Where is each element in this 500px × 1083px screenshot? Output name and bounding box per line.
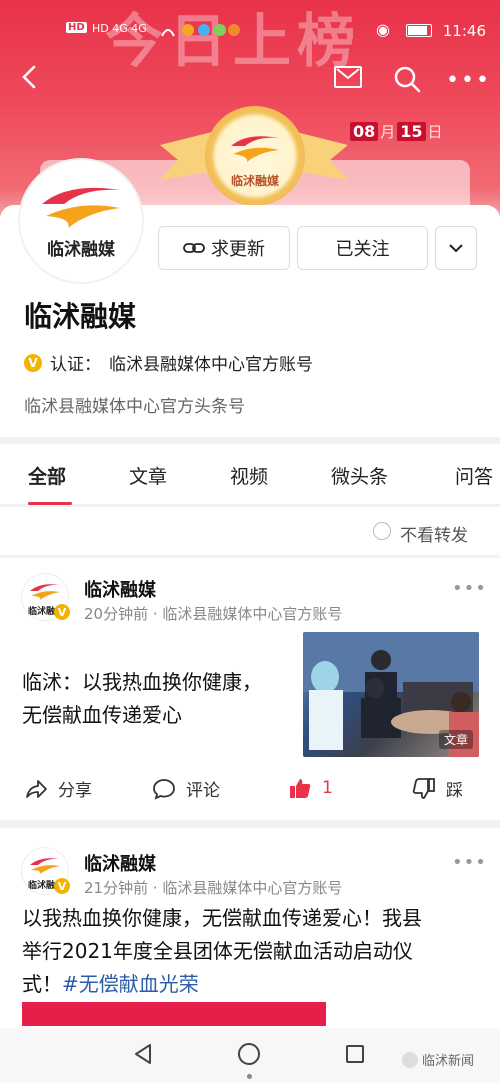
tab-videos[interactable]: 视频 bbox=[230, 462, 268, 489]
more-options-icon[interactable]: ••• bbox=[446, 68, 491, 93]
post-title-line2[interactable]: 无偿献血传递爱心 bbox=[22, 699, 182, 732]
signal-label: HD 4G 4G bbox=[92, 22, 147, 35]
date-month-unit: 月 bbox=[380, 123, 396, 141]
post-more-icon[interactable]: ••• bbox=[452, 578, 487, 599]
tab-qa[interactable]: 问答 bbox=[455, 462, 493, 489]
post-author[interactable]: 临沭融媒 bbox=[84, 576, 156, 602]
date-day-unit: 日 bbox=[427, 123, 443, 141]
post-body-line3: 式！#无偿献血光荣 bbox=[22, 968, 482, 1001]
verify-text: 临沭县融媒体中心官方账号 bbox=[109, 355, 313, 375]
hd-icon: HD bbox=[66, 22, 87, 33]
like-count: 1 bbox=[322, 778, 333, 798]
verify-label: 认证： bbox=[50, 355, 101, 375]
post-body-line3-prefix: 式！ bbox=[22, 972, 62, 996]
avatar-label: 临沭融 bbox=[28, 607, 56, 617]
nav-back-icon[interactable] bbox=[132, 1042, 154, 1066]
verified-badge-icon: V bbox=[54, 878, 70, 894]
post-more-icon[interactable]: ••• bbox=[452, 852, 487, 873]
tab-micro-posts[interactable]: 微头条 bbox=[331, 462, 388, 489]
battery-icon bbox=[406, 24, 432, 37]
chevron-down-icon bbox=[449, 244, 463, 253]
logo-swoosh-icon bbox=[231, 136, 279, 162]
clock: 11:46 bbox=[442, 22, 486, 40]
post-meta: 20分钟前 · 临沭县融媒体中心官方账号 bbox=[84, 605, 343, 623]
account-description: 临沭县融媒体中心官方头条号 bbox=[24, 397, 245, 417]
status-bar: HD HD 4G 4G ◉ 11:46 bbox=[0, 0, 500, 60]
logo-swoosh-icon bbox=[30, 584, 60, 600]
request-update-button[interactable]: 求更新 bbox=[158, 226, 290, 270]
dislike-label: 踩 bbox=[446, 781, 463, 801]
tab-all[interactable]: 全部 bbox=[28, 462, 66, 489]
eye-icon: ◉ bbox=[376, 20, 390, 39]
recommend-dropdown-button[interactable] bbox=[435, 226, 477, 270]
verified-badge-icon: V bbox=[54, 604, 70, 620]
verification-row: V 认证： 临沭县融媒体中心官方账号 bbox=[24, 350, 313, 375]
share-button[interactable]: 分享 bbox=[24, 776, 92, 801]
date-day: 15 bbox=[397, 122, 426, 141]
share-icon bbox=[26, 779, 47, 798]
wechat-icon bbox=[402, 1051, 418, 1068]
logo-swoosh-icon bbox=[42, 187, 120, 228]
hashtag-link[interactable]: #无偿献血光荣 bbox=[62, 972, 199, 996]
followed-button[interactable]: 已关注 bbox=[297, 226, 428, 270]
watermark: 临沭新闻 bbox=[402, 1050, 474, 1069]
thumbnail-tag: 文章 bbox=[438, 730, 473, 749]
post-meta: 21分钟前 · 临沭县融媒体中心官方账号 bbox=[84, 879, 343, 897]
nav-indicator-dot bbox=[247, 1074, 252, 1079]
medal-label: 临沭融媒 bbox=[230, 174, 279, 188]
account-name: 临沭融媒 bbox=[24, 300, 137, 333]
tab-articles[interactable]: 文章 bbox=[129, 462, 167, 489]
post-thumbnail[interactable]: 文章 bbox=[303, 632, 479, 757]
avatar[interactable] bbox=[20, 160, 142, 282]
verified-badge-icon: V bbox=[24, 353, 42, 372]
hide-reposts-radio[interactable] bbox=[373, 522, 391, 540]
thumbs-down-icon bbox=[412, 777, 435, 799]
search-icon[interactable] bbox=[392, 64, 422, 94]
post-body-line2: 举行2021年度全县团体无偿献血活动启动仪 bbox=[22, 939, 413, 963]
date-display: 08 月 15 日 bbox=[350, 121, 443, 142]
avatar-label: 临沭融媒 bbox=[47, 240, 115, 260]
date-month: 08 bbox=[350, 122, 379, 141]
hide-reposts-label[interactable]: 不看转发 bbox=[400, 521, 468, 546]
thumbs-up-icon bbox=[290, 779, 311, 798]
message-icon[interactable] bbox=[334, 66, 362, 88]
request-update-label: 求更新 bbox=[211, 239, 265, 260]
post-image-preview[interactable] bbox=[22, 1002, 326, 1026]
nav-home-icon[interactable] bbox=[238, 1043, 260, 1065]
post-body[interactable]: 以我热血换你健康，无偿献血传递爱心！我县 举行2021年度全县团体无偿献血活动启… bbox=[22, 902, 482, 1001]
back-arrow-icon[interactable] bbox=[16, 62, 46, 92]
post-body-line1: 以我热血换你健康，无偿献血传递爱心！我县 bbox=[22, 906, 422, 930]
comment-icon bbox=[153, 778, 175, 800]
like-button[interactable]: 1 bbox=[288, 776, 333, 800]
dislike-button[interactable]: 踩 bbox=[412, 776, 463, 801]
followed-label: 已关注 bbox=[335, 239, 390, 260]
logo-swoosh-icon bbox=[30, 858, 60, 874]
post-title-line1[interactable]: 临沭：以我热血换你健康， bbox=[22, 666, 262, 699]
avatar-label: 临沭融 bbox=[28, 881, 56, 891]
comment-label: 评论 bbox=[186, 781, 220, 801]
link-icon bbox=[183, 243, 205, 253]
comment-button[interactable]: 评论 bbox=[152, 776, 220, 801]
notification-icons bbox=[161, 24, 240, 37]
share-label: 分享 bbox=[58, 781, 92, 801]
active-tab-indicator bbox=[28, 502, 72, 505]
post-author[interactable]: 临沭融媒 bbox=[84, 850, 156, 876]
watermark-label: 临沭新闻 bbox=[422, 1054, 475, 1069]
medal-badge bbox=[205, 106, 305, 206]
nav-recent-apps-icon[interactable] bbox=[346, 1045, 364, 1063]
